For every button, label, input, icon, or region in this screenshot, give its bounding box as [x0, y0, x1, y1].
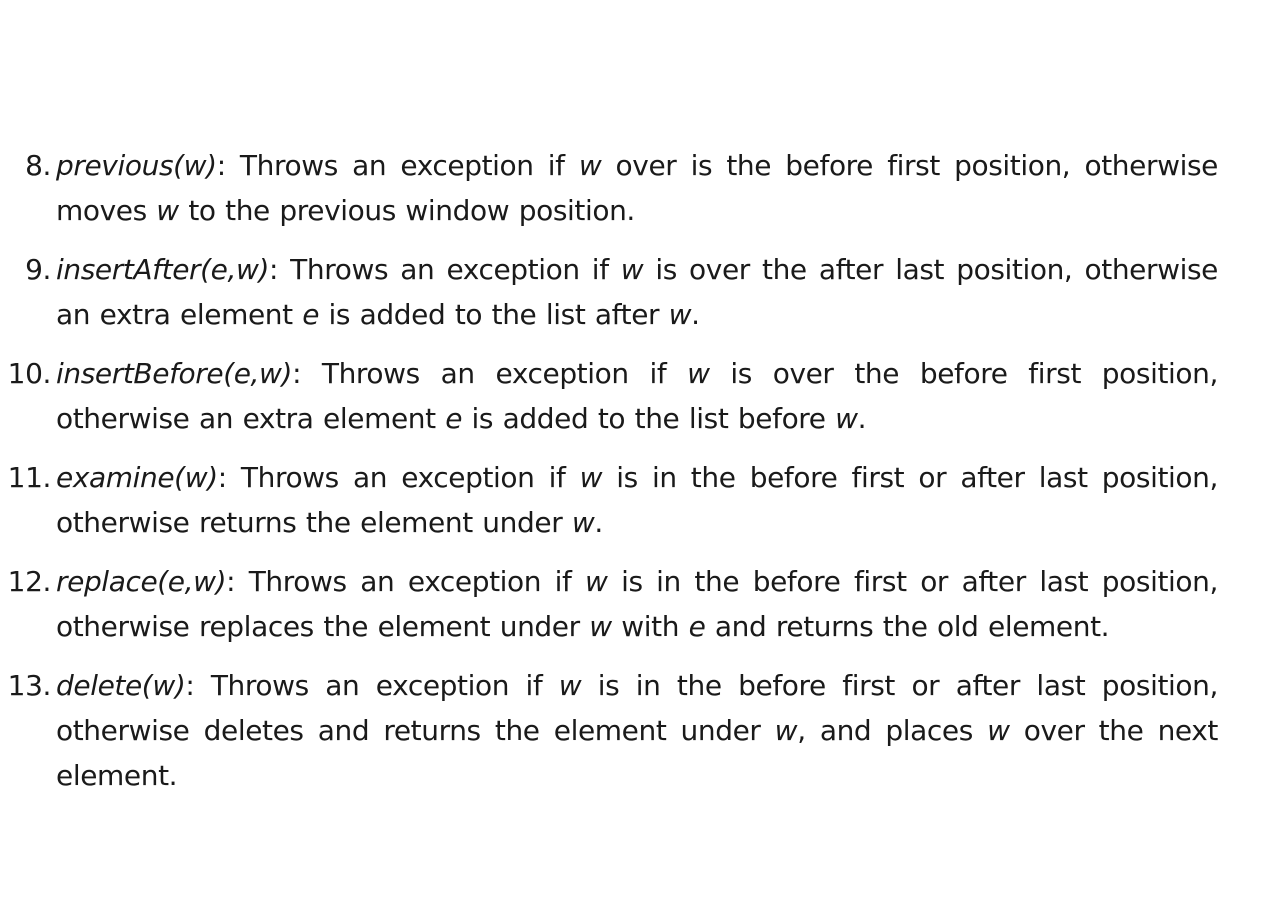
- variable-symbol: w: [987, 714, 1010, 747]
- variable-symbol: w: [687, 357, 710, 390]
- variable-symbol: w: [585, 565, 608, 598]
- variable-symbol: w: [774, 714, 798, 747]
- operation-name: delete(w): [56, 669, 186, 702]
- description-text: .: [691, 298, 700, 331]
- item-number: 9.: [25, 253, 51, 286]
- description-text: and returns the old element.: [705, 610, 1110, 643]
- description-text: with: [611, 610, 689, 643]
- list-item: 9. insertAfter(e,w): Throws an exception…: [0, 247, 1218, 337]
- variable-symbol: e: [445, 402, 463, 435]
- item-number: 12.: [7, 565, 52, 598]
- variable-symbol: e: [302, 298, 320, 331]
- list-item: 10. insertBefore(e,w): Throws an excepti…: [0, 351, 1219, 441]
- operation-name: examine(w): [56, 461, 218, 494]
- operation-description: : Throws an exception if w is in the bef…: [56, 565, 1218, 643]
- operation-description: : Throws an exception if w is in the bef…: [56, 461, 1218, 539]
- variable-symbol: w: [668, 298, 692, 331]
- operation-list: 8. previous(w): Throws an exception if w…: [0, 143, 1219, 812]
- description-text: .: [594, 506, 603, 539]
- list-item: 8. previous(w): Throws an exception if w…: [0, 143, 1218, 233]
- description-text: : Throws an exception if: [269, 253, 621, 286]
- description-text: is added to the list after: [319, 298, 669, 331]
- description-text: is added to the list before: [462, 402, 836, 435]
- operation-name: previous(w): [56, 149, 217, 182]
- item-number: 10.: [7, 357, 52, 390]
- variable-symbol: w: [558, 669, 582, 702]
- operation-description: : Throws an exception if w over is the b…: [56, 149, 1218, 227]
- item-number: 13.: [7, 669, 52, 702]
- variable-symbol: w: [835, 402, 858, 435]
- description-text: : Throws an exception if: [292, 357, 688, 390]
- operation-description: : Throws an exception if w is in the bef…: [56, 669, 1218, 792]
- variable-symbol: w: [589, 610, 612, 643]
- list-item: 12. replace(e,w): Throws an exception if…: [0, 559, 1219, 649]
- description-text: to the previous window position.: [178, 194, 635, 227]
- operation-name: replace(e,w): [56, 565, 227, 598]
- variable-symbol: w: [620, 253, 644, 286]
- operation-name: insertAfter(e,w): [56, 253, 270, 286]
- description-text: : Throws an exception if: [216, 149, 579, 182]
- variable-symbol: e: [688, 610, 706, 643]
- item-number: 11.: [7, 461, 52, 494]
- description-text: .: [857, 402, 867, 435]
- variable-symbol: w: [579, 461, 603, 494]
- operation-name: insertBefore(e,w): [56, 357, 293, 390]
- description-text: : Throws an exception if: [185, 669, 559, 702]
- list-item: 11. examine(w): Throws an exception if w…: [0, 455, 1219, 545]
- list-item: 13. delete(w): Throws an exception if w …: [0, 663, 1219, 798]
- item-number: 8.: [25, 149, 51, 182]
- variable-symbol: w: [578, 149, 602, 182]
- description-text: : Throws an exception if: [217, 461, 580, 494]
- description-text: , and places: [797, 714, 988, 747]
- variable-symbol: w: [156, 194, 179, 227]
- variable-symbol: w: [571, 506, 595, 539]
- description-text: : Throws an exception if: [226, 565, 586, 598]
